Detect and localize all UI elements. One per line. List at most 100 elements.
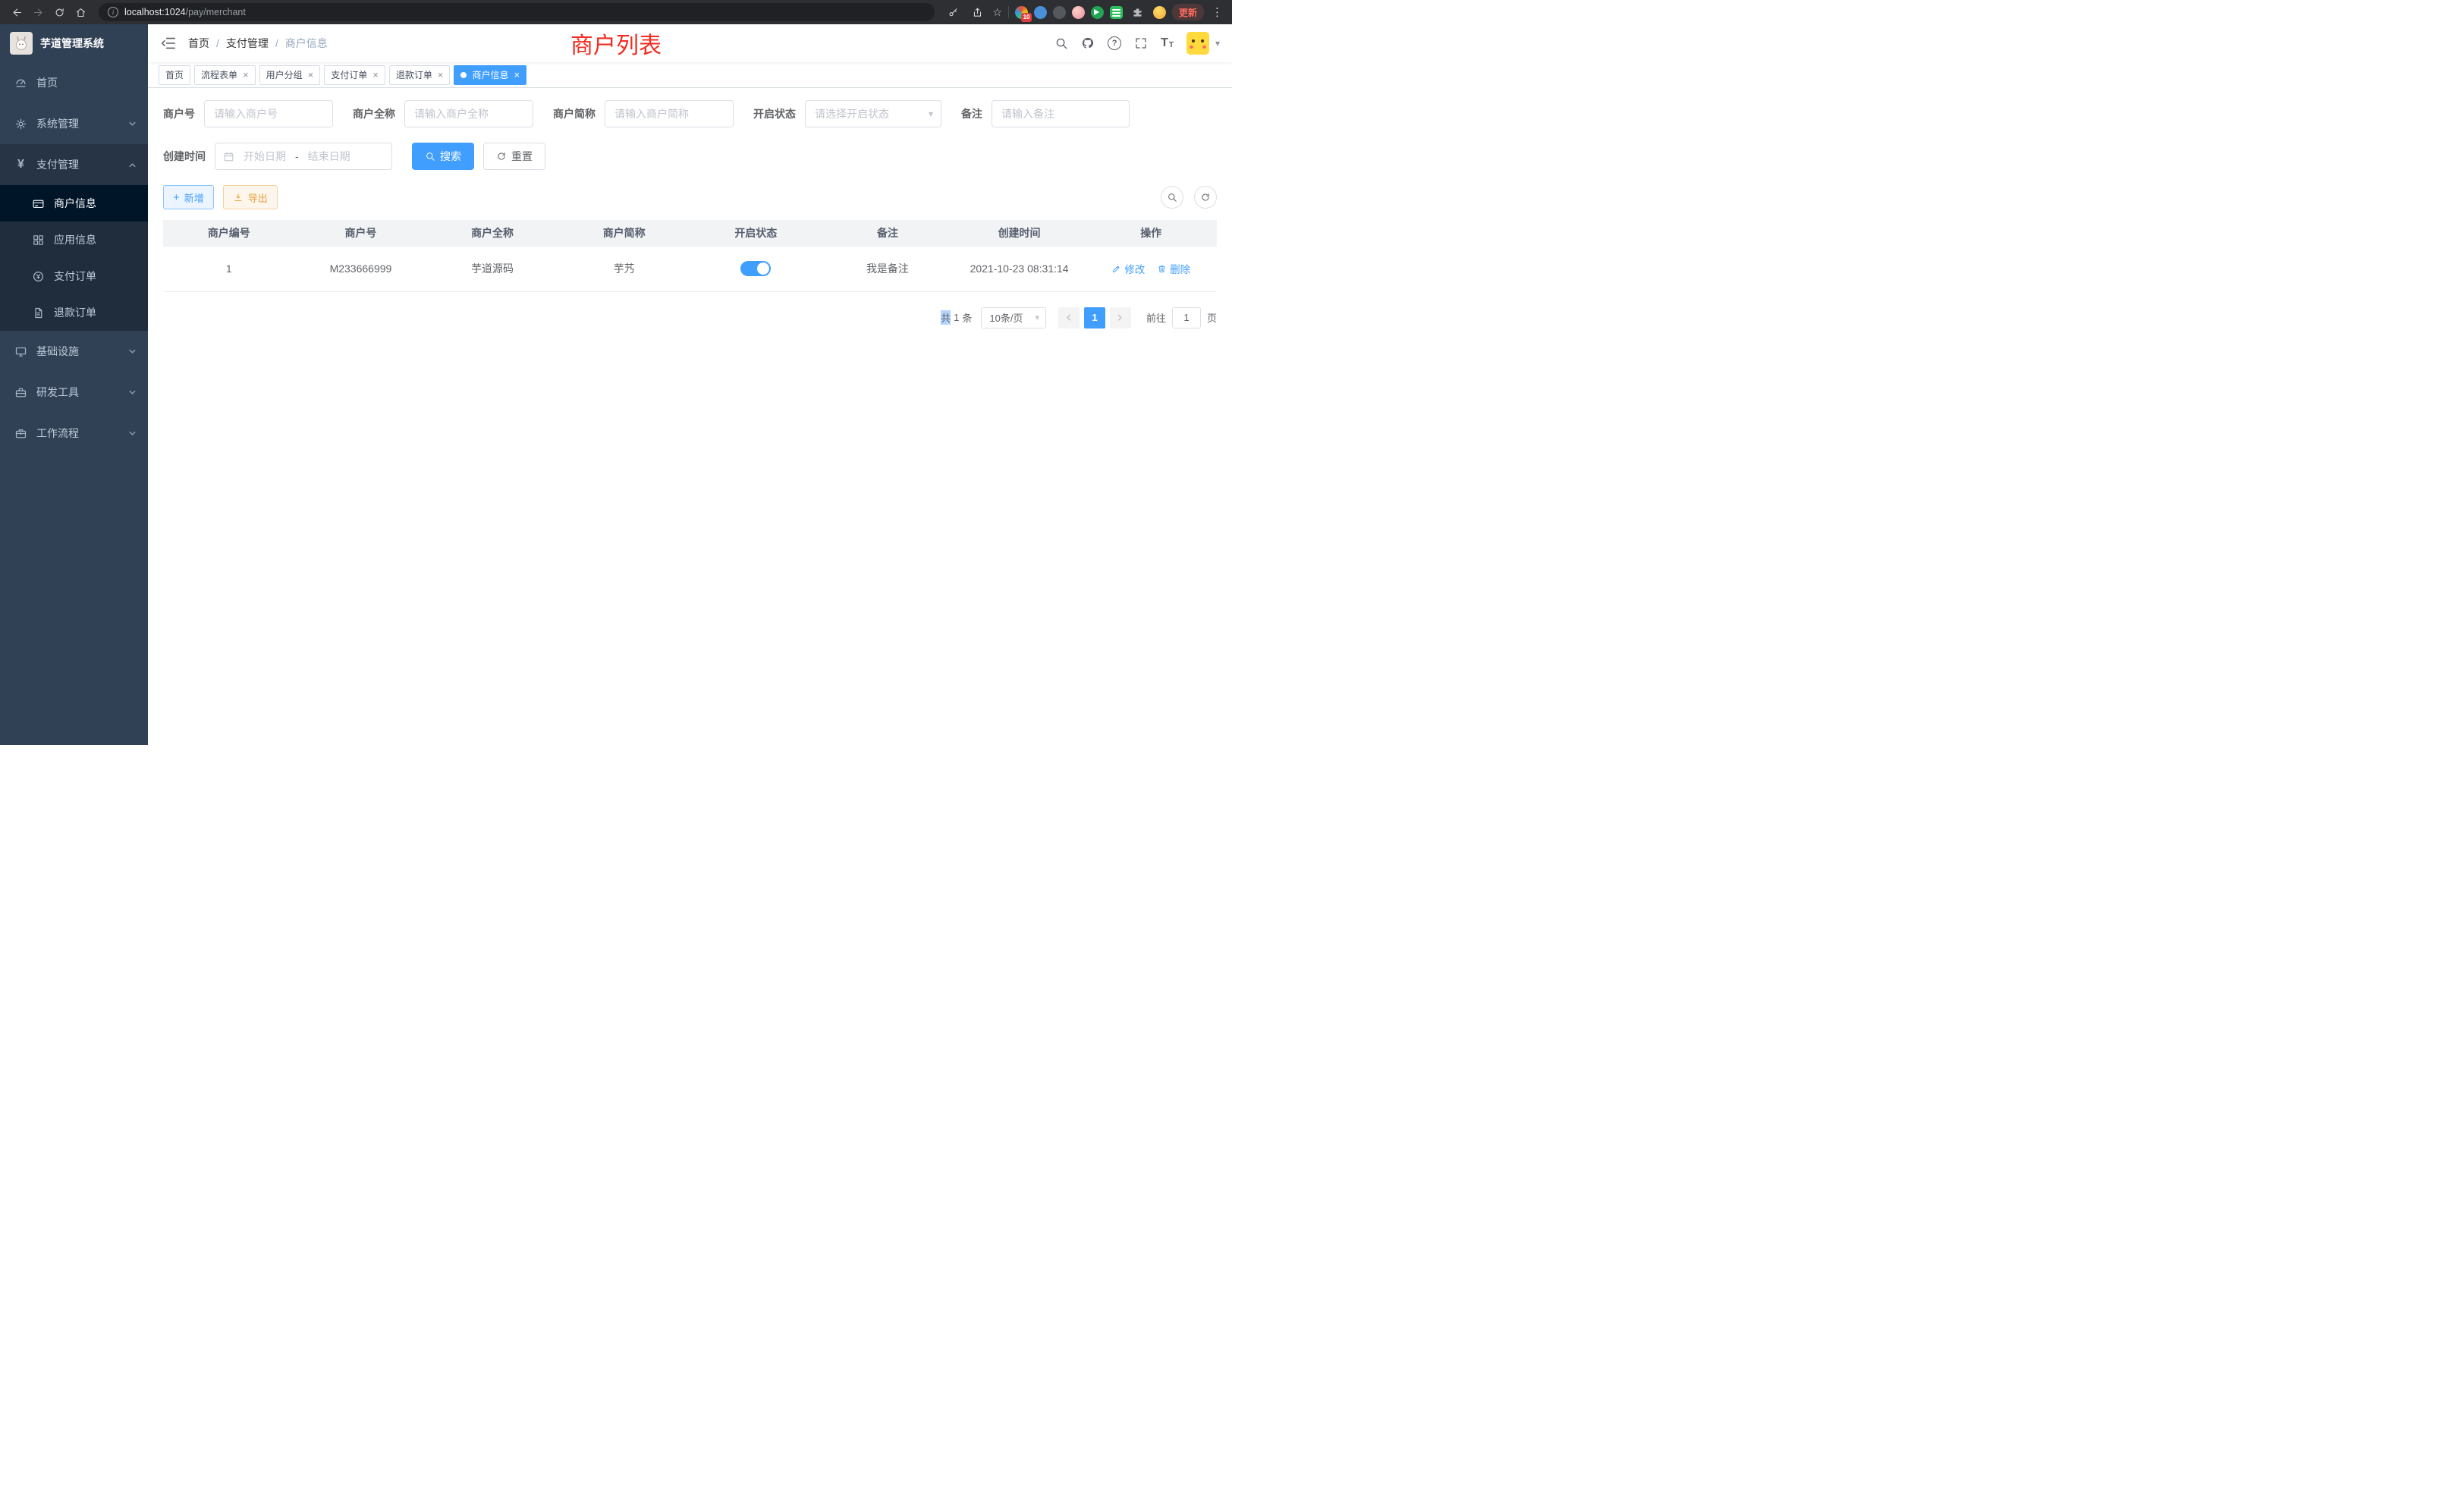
short-name-label: 商户简称 (553, 106, 596, 121)
download-icon (233, 192, 244, 203)
browser-refresh-button[interactable] (50, 3, 68, 21)
status-toggle[interactable] (740, 261, 771, 276)
sidebar-item-workflow[interactable]: 工作流程 (0, 413, 148, 454)
extension-green-note-icon[interactable] (1110, 6, 1123, 19)
page-size-select[interactable]: 10条/页 ▾ (981, 307, 1046, 328)
refresh-table-button[interactable] (1194, 186, 1217, 209)
goto-page-input[interactable] (1172, 307, 1201, 328)
tab-pay-order[interactable]: 支付订单× (324, 65, 385, 85)
status-select[interactable]: 请选择开启状态 ▾ (805, 100, 941, 127)
close-icon[interactable]: × (438, 70, 444, 80)
fullscreen-icon[interactable] (1134, 36, 1148, 50)
extension-badge: 10 (1021, 13, 1032, 22)
font-size-icon[interactable]: TT (1161, 37, 1174, 49)
pagination: 共 1 条 10条/页 ▾ 1 (163, 307, 1217, 328)
tab-home[interactable]: 首页 (159, 65, 190, 85)
extension-pink-circle-icon[interactable] (1072, 6, 1085, 19)
sidebar: 芋道管理系统 首页 系统管理 (0, 24, 148, 745)
tab-merchant-info[interactable]: 商户信息× (454, 65, 526, 85)
sidebar-item-refund-order[interactable]: 退款订单 (0, 294, 148, 331)
full-name-input[interactable] (404, 100, 533, 127)
sidebar-item-label: 工作流程 (36, 426, 79, 441)
user-avatar[interactable] (1186, 32, 1209, 55)
breadcrumb-item-home[interactable]: 首页 (188, 36, 209, 51)
date-range-picker[interactable]: - (215, 143, 392, 170)
sidebar-menu: 首页 系统管理 ¥ 支付管理 (0, 62, 148, 454)
sidebar-item-infra[interactable]: 基础设施 (0, 331, 148, 372)
browser-menu-icon[interactable]: ⋮ (1210, 5, 1224, 19)
col-merchant-name: 商户全称 (426, 220, 558, 246)
sidebar-item-home[interactable]: 首页 (0, 62, 148, 103)
toolbar-left: + 新增 导出 (163, 185, 278, 209)
browser-back-button[interactable] (8, 3, 26, 21)
sidebar-item-pay-order[interactable]: 支付订单 (0, 258, 148, 294)
github-icon[interactable] (1081, 36, 1095, 50)
extension-blue-drop-icon[interactable] (1034, 6, 1047, 19)
add-button[interactable]: + 新增 (163, 185, 214, 209)
sidebar-item-label: 研发工具 (36, 385, 79, 400)
browser-forward-button[interactable] (29, 3, 47, 21)
merchant-no-input[interactable] (204, 100, 333, 127)
site-info-icon[interactable]: i (108, 7, 118, 17)
sidebar-item-dev-tools[interactable]: 研发工具 (0, 372, 148, 413)
remark-label: 备注 (961, 106, 982, 121)
close-icon[interactable]: × (372, 70, 379, 80)
browser-home-button[interactable] (71, 3, 90, 21)
next-page-button[interactable] (1110, 307, 1131, 328)
bookmark-star-icon[interactable]: ☆ (992, 7, 1002, 17)
tab-user-group[interactable]: 用户分组× (259, 65, 321, 85)
toggle-search-button[interactable] (1161, 186, 1183, 209)
export-button[interactable]: 导出 (223, 185, 278, 209)
merchant-no-label: 商户号 (163, 106, 195, 121)
end-date-input[interactable] (304, 150, 354, 162)
password-key-icon[interactable] (944, 3, 962, 21)
extension-dark-circle-icon[interactable] (1053, 6, 1066, 19)
profile-avatar-icon[interactable] (1153, 6, 1166, 19)
cell-create-time: 2021-10-23 08:31:14 (954, 246, 1086, 291)
sidebar-item-app-info[interactable]: 应用信息 (0, 222, 148, 258)
help-icon[interactable]: ? (1108, 36, 1121, 50)
chevron-up-icon (128, 161, 137, 169)
start-date-input[interactable] (240, 150, 290, 162)
remark-input[interactable] (992, 100, 1130, 127)
table-row: 1 M233666999 芋道源码 芋艿 我是备注 2021-10-23 08:… (163, 246, 1217, 291)
sidebar-item-label: 支付订单 (54, 269, 96, 284)
toolbox-icon (14, 386, 27, 399)
address-bar[interactable]: i localhost:1024/pay/merchant (99, 3, 935, 21)
sidebar-item-merchant-info[interactable]: 商户信息 (0, 185, 148, 222)
prev-page-button[interactable] (1058, 307, 1080, 328)
create-time-label: 创建时间 (163, 149, 206, 164)
chevron-down-icon: ▾ (929, 108, 933, 119)
browser-update-button[interactable]: 更新 (1172, 4, 1204, 20)
extensions-puzzle-icon[interactable] (1129, 3, 1147, 21)
col-merchant-no: 商户号 (295, 220, 427, 246)
search-button[interactable]: 搜索 (412, 143, 474, 170)
col-remark: 备注 (822, 220, 954, 246)
filter-status: 开启状态 请选择开启状态 ▾ (753, 100, 941, 127)
extension-green-play-icon[interactable] (1091, 6, 1104, 19)
page-1-button[interactable]: 1 (1084, 307, 1105, 328)
tab-refund-order[interactable]: 退款订单× (389, 65, 451, 85)
app-logo[interactable]: 芋道管理系统 (0, 24, 148, 62)
toolbar-right (1161, 186, 1217, 209)
search-icon[interactable] (1054, 36, 1068, 50)
sidebar-item-pay[interactable]: ¥ 支付管理 (0, 144, 148, 185)
tags-view-bar: 首页 流程表单× 用户分组× 支付订单× 退款订单× 商户信息× (148, 62, 1232, 88)
tab-process-form[interactable]: 流程表单× (194, 65, 256, 85)
hamburger-icon[interactable] (160, 35, 177, 52)
edit-link[interactable]: 修改 (1111, 261, 1145, 276)
short-name-input[interactable] (605, 100, 734, 127)
extension-colorful-icon[interactable]: 10 (1015, 6, 1028, 19)
breadcrumb-item-merchant: 商户信息 (285, 36, 328, 51)
share-icon[interactable] (968, 3, 986, 21)
close-icon[interactable]: × (243, 70, 249, 80)
close-icon[interactable]: × (308, 70, 314, 80)
chevron-down-icon: ▾ (1035, 313, 1039, 322)
delete-link[interactable]: 删除 (1157, 261, 1190, 276)
close-icon[interactable]: × (514, 70, 520, 80)
main-area: 首页 / 支付管理 / 商户信息 ? (148, 24, 1232, 745)
breadcrumb-item-pay[interactable]: 支付管理 (226, 36, 269, 51)
sidebar-item-system[interactable]: 系统管理 (0, 103, 148, 144)
avatar-caret-icon[interactable]: ▾ (1215, 38, 1220, 49)
reset-button[interactable]: 重置 (483, 143, 545, 170)
